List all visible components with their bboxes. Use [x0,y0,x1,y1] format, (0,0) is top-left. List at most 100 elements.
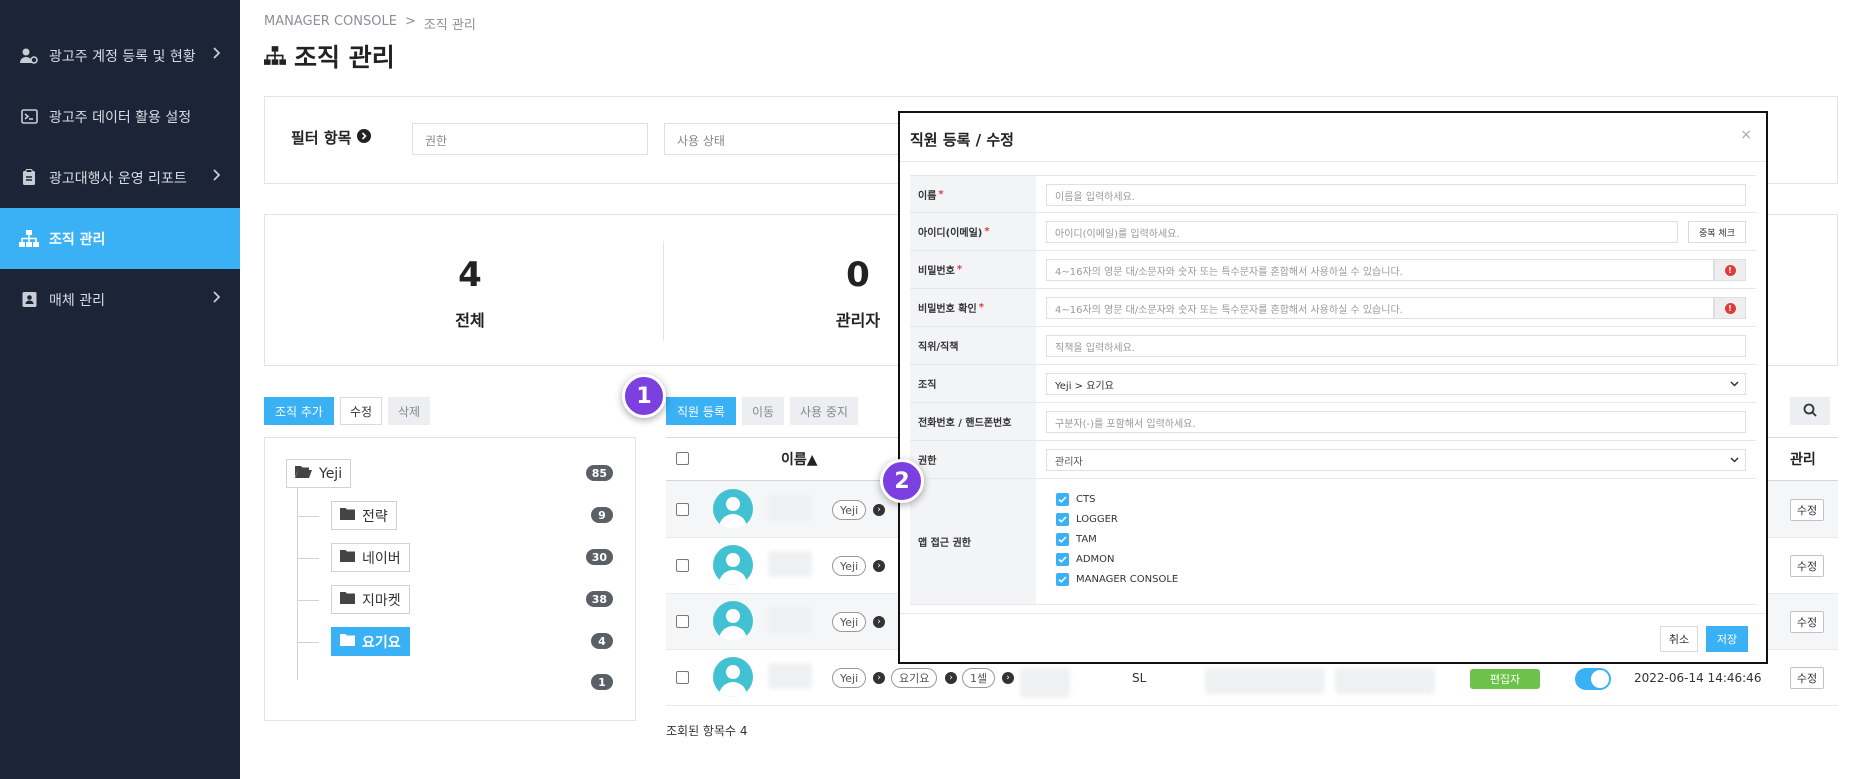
row-checkbox[interactable] [676,671,689,684]
breadcrumb-current: 조직 관리 [423,18,476,33]
page-title: 조직 관리 [264,38,395,74]
row-checkbox[interactable] [676,503,689,516]
row-edit-button[interactable]: 수정 [1790,499,1824,521]
org-tree: Yeji 85 전략 9 네이버 30 지마켓 38 요기요 4 1 [264,437,636,721]
breadcrumb-root[interactable]: MANAGER CONSOLE [264,14,397,33]
search-button[interactable] [1790,397,1830,425]
active-toggle[interactable] [1575,668,1611,690]
option-label: LOGGER [1076,514,1118,525]
name-input[interactable]: 이름을 입력하세요. [1046,184,1746,206]
avatar [713,657,753,697]
result-count: 조회된 항목수 4 [666,724,748,738]
role-badge: 편집자 [1470,669,1540,689]
permission-filter-select[interactable]: 권한 [412,123,648,155]
option-label: CTS [1076,494,1096,505]
suspend-staff-button[interactable]: 사용 중지 [790,397,858,425]
required-mark: * [984,226,990,237]
tree-connector [297,480,298,680]
checkbox-checked-icon[interactable] [1056,573,1069,586]
folder-icon [340,549,355,566]
position-input[interactable]: 직책을 입력하세요. [1046,335,1746,357]
field-label: 비밀번호 * [910,251,1036,288]
sidebar-item-agency-report[interactable]: 광고대행사 운영 리포트 [0,147,240,208]
row-edit-button[interactable]: 수정 [1790,611,1824,633]
status-filter-select[interactable]: 사용 상태 [664,123,904,155]
tree-node-gmarket[interactable]: 지마켓 [331,585,410,614]
count-badge: 1 [591,674,613,690]
close-icon[interactable]: × [1740,127,1752,143]
row-edit-button[interactable]: 수정 [1790,667,1824,689]
sidebar-item-org-management[interactable]: 조직 관리 [0,208,240,269]
delete-org-button[interactable]: 삭제 [388,397,430,425]
count-badge: 4 [591,633,613,649]
checkbox-checked-icon[interactable] [1056,553,1069,566]
staff-modal: 직원 등록 / 수정 × 이름 * 이름을 입력하세요. 아이디(이메일) * 아이… [898,111,1768,664]
field-label: 권한 [910,441,1036,478]
sidebar-item-advertiser-data[interactable]: 광고주 데이터 활용 설정 [0,86,240,147]
id-email-input[interactable]: 아이디(이메일)를 입력하세요. [1046,221,1678,243]
app-access-option[interactable]: ADMON [1056,553,1115,566]
chevron-circle-right-icon: › [873,616,885,628]
avatar [713,545,753,585]
register-staff-button[interactable]: 직원 등록 [666,397,736,425]
save-button[interactable]: 저장 [1706,626,1748,652]
org-path-pill: Yeji [832,500,867,520]
select-all-checkbox[interactable] [676,452,689,465]
app-access-option[interactable]: TAM [1056,533,1097,546]
checkbox-checked-icon[interactable] [1056,513,1069,526]
form-row-phone: 전화번호 / 핸드폰번호 구분자(-)를 포함해서 입력하세요. [910,403,1756,441]
cancel-button[interactable]: 취소 [1660,626,1698,652]
app-access-option[interactable]: MANAGER CONSOLE [1056,573,1178,586]
row-edit-button[interactable]: 수정 [1790,555,1824,577]
chevron-right-icon [213,169,221,185]
tree-node-strategy[interactable]: 전략 [331,501,397,530]
duplicate-check-button[interactable]: 중복 체크 [1688,221,1746,243]
field-label-text: 비밀번호 확인 [918,304,977,315]
app-access-option[interactable]: LOGGER [1056,513,1118,526]
edit-org-button[interactable]: 수정 [340,397,382,425]
field-label: 앱 접근 권한 [910,479,1036,604]
chevron-circle-right-icon: › [873,672,885,684]
sidebar-item-label: 매체 관리 [49,292,105,309]
error-icon: ! [1714,297,1746,319]
breadcrumb-separator: > [404,14,416,29]
stat-value: 4 [458,255,482,295]
move-staff-button[interactable]: 이동 [742,397,784,425]
add-org-button[interactable]: 조직 추가 [264,397,334,425]
form-row-app-access: 앱 접근 권한 CTS LOGGER TAM ADMON MANAGER CON… [910,479,1756,605]
column-header-name[interactable]: 이름▲ [781,449,818,469]
page-title-text: 조직 관리 [294,43,395,72]
stat-total: 4 전체 [370,255,570,331]
org-path-pill: Yeji [832,556,867,576]
search-icon [1803,403,1817,420]
app-access-option[interactable]: CTS [1056,493,1095,506]
redacted-name [768,607,812,633]
checkbox-checked-icon[interactable] [1056,533,1069,546]
phone-input[interactable]: 구분자(-)를 포함해서 입력하세요. [1046,411,1746,433]
tree-node-label: 지마켓 [362,592,401,609]
option-label: MANAGER CONSOLE [1076,574,1179,585]
form-row-name: 이름 * 이름을 입력하세요. [910,175,1756,213]
redacted-name [768,663,812,689]
password-input[interactable]: 4~16자의 영문 대/소문자와 숫자 또는 특수문자를 혼합해서 사용하실 수… [1046,259,1714,281]
avatar [713,601,753,641]
field-label: 조직 [910,365,1036,402]
tree-node-label: Yeji [319,465,343,482]
breadcrumb: MANAGER CONSOLE > 조직 관리 [264,14,476,33]
field-label-text: 아이디(이메일) [918,228,983,239]
count-badge: 38 [585,591,613,607]
sidebar-item-label: 광고대행사 운영 리포트 [49,170,187,187]
checkbox-checked-icon[interactable] [1056,493,1069,506]
tree-node-yogiyo[interactable]: 요기요 [331,627,410,656]
org-select[interactable]: Yeji > 요기요 [1046,373,1746,395]
org-path-pill: 요기요 [891,668,938,688]
tree-node-naver[interactable]: 네이버 [331,543,410,572]
row-checkbox[interactable] [676,615,689,628]
password-confirm-input[interactable]: 4~16자의 영문 대/소문자와 숫자 또는 특수문자를 혼합해서 사용하실 수… [1046,297,1714,319]
role-select[interactable]: 관리자 [1046,449,1746,471]
sidebar-item-media-management[interactable]: 매체 관리 [0,269,240,330]
sidebar-item-advertiser-accounts[interactable]: 광고주 계정 등록 및 현황 [0,25,240,86]
folder-icon [340,591,355,608]
row-checkbox[interactable] [676,559,689,572]
tree-node-root[interactable]: Yeji [286,459,352,488]
